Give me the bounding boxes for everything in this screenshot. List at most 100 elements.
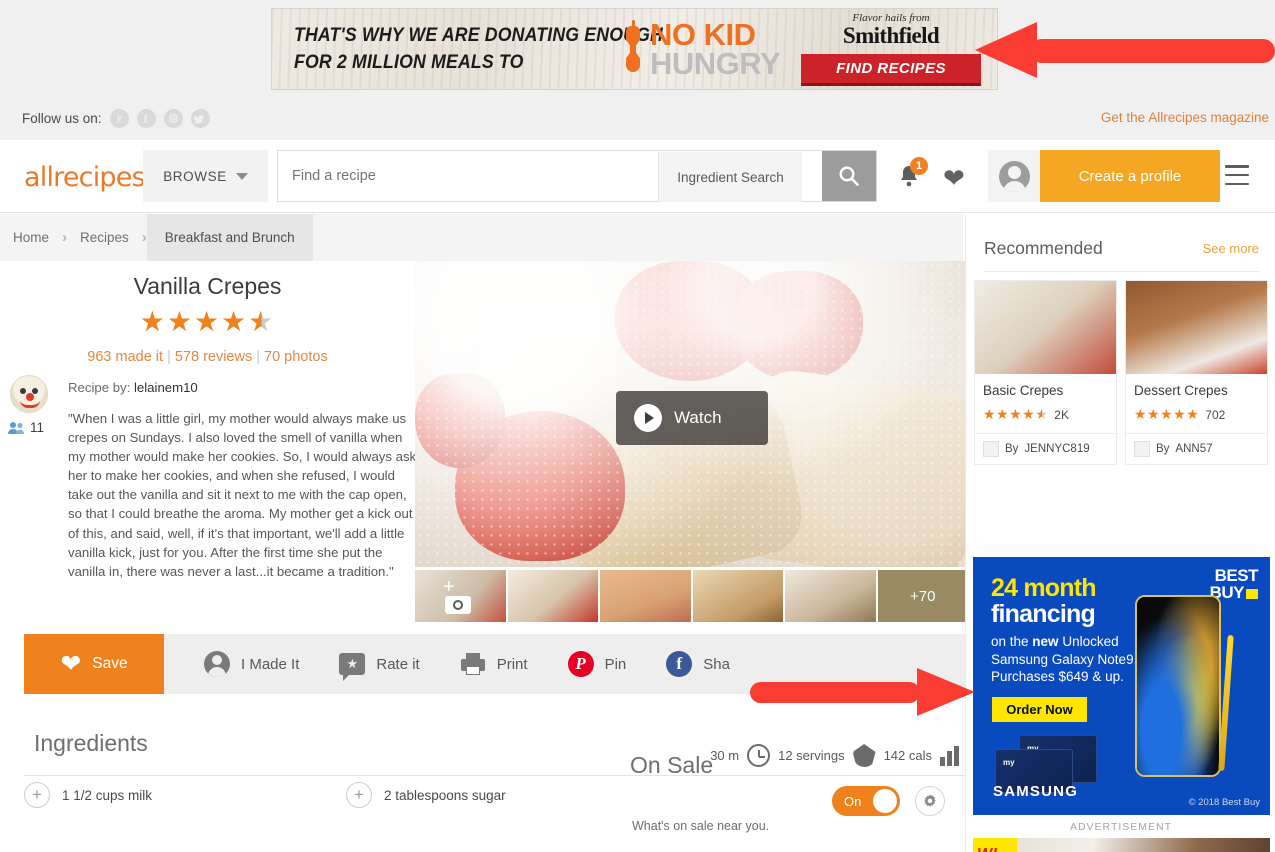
search-input[interactable]	[292, 151, 682, 201]
ingredient-row[interactable]: + 1 1/2 cups milk	[24, 782, 152, 808]
annotation-arrow-top	[975, 22, 1275, 78]
card-my-label: my	[1003, 758, 1015, 767]
card-image[interactable]	[1126, 281, 1267, 374]
photo-thumbnail[interactable]	[507, 570, 598, 622]
on-sale-settings-button[interactable]	[915, 786, 945, 816]
card-title: Basic Crepes	[983, 383, 1064, 398]
logo-text: allrecipes	[24, 162, 146, 193]
allrecipes-logo[interactable]: allrecipes	[24, 162, 153, 193]
favorites-heart-icon[interactable]: ❤	[943, 165, 965, 191]
ad-body-bold: new	[1032, 634, 1059, 649]
on-sale-subtitle: What's on sale near you.	[632, 819, 770, 833]
rate-it-button[interactable]: ★ Rate it	[299, 653, 420, 681]
avatar-button[interactable]	[988, 150, 1040, 202]
browse-menu-button[interactable]: BROWSE	[143, 150, 268, 202]
breadcrumb: Home › Recipes › Breakfast and Brunch	[0, 214, 963, 261]
annotation-arrow-order-now	[750, 668, 975, 716]
secondary-ad-image	[1017, 838, 1270, 852]
card-author: By JENNYC819	[975, 433, 1116, 464]
follow-us-group: Follow us on: P f	[22, 109, 210, 128]
recommended-card[interactable]: Basic Crepes ★★★★★ 2K By JENNYC819	[974, 280, 1117, 465]
ad-copyright: © 2018 Best Buy	[1188, 797, 1260, 808]
nutrition-chart-icon[interactable]	[940, 745, 959, 766]
share-button[interactable]: f Sha	[626, 651, 730, 677]
photo-thumbnail[interactable]	[600, 570, 691, 622]
advertisement-label: ADVERTISEMENT	[1069, 821, 1173, 833]
photo-thumbnail-strip: + +70	[415, 570, 970, 622]
follow-us-label: Follow us on:	[22, 111, 102, 126]
recipe-rating-stars[interactable]: ★★★★★	[0, 308, 415, 336]
no-kid-hungry-logo: NO KID HUNGRY	[650, 19, 781, 80]
hamburger-menu-icon[interactable]	[1225, 165, 1249, 185]
see-more-link[interactable]: See more	[1203, 241, 1259, 256]
save-button[interactable]: ❤ Save	[24, 634, 164, 694]
ingredient-row[interactable]: + 2 tablespoons sugar	[346, 782, 506, 808]
watch-video-button[interactable]: Watch	[616, 391, 768, 445]
recipe-meta: 30 m 12 servings 142 cals	[710, 744, 959, 767]
made-it-count[interactable]: 963 made it	[87, 349, 163, 365]
facebook-icon[interactable]: f	[136, 109, 156, 128]
servings-value: 12 servings	[778, 748, 845, 763]
best-buy-tag-icon	[1246, 589, 1258, 600]
more-photos-thumbnail[interactable]: +70	[877, 570, 968, 622]
printer-icon	[460, 653, 486, 675]
recipe-by-label: Recipe by:	[68, 380, 131, 395]
secondary-ad[interactable]: W!	[973, 838, 1270, 852]
add-ingredient-icon[interactable]: +	[24, 782, 50, 808]
breadcrumb-item-recipes[interactable]: Recipes	[67, 230, 142, 245]
card-author-name[interactable]: ANN57	[1175, 443, 1212, 455]
i-made-it-button[interactable]: I Made It	[164, 651, 299, 677]
heart-icon: ❤	[60, 649, 82, 678]
i-made-it-label: I Made It	[241, 655, 300, 673]
reviews-count[interactable]: 578 reviews	[175, 349, 252, 365]
instagram-icon[interactable]	[163, 109, 183, 128]
add-ingredient-icon[interactable]: +	[346, 782, 372, 808]
ad-body: on the new Unlocked Samsung Galaxy Note9…	[991, 633, 1151, 686]
star-half: ★	[248, 306, 276, 337]
breadcrumb-item-home[interactable]: Home	[0, 230, 62, 245]
smithfield-banner-ad[interactable]: THAT'S WHY WE ARE DONATING ENOUGH FOR 2 …	[271, 8, 998, 90]
order-now-button[interactable]: Order Now	[992, 697, 1087, 722]
notifications-button[interactable]: 1	[896, 157, 928, 193]
print-label: Print	[496, 655, 528, 673]
person-icon	[204, 651, 230, 677]
twitter-icon[interactable]	[190, 109, 210, 128]
card-rating: ★★★★★ 702	[1126, 402, 1267, 433]
card-author-avatar	[983, 441, 999, 457]
ingredients-header: Ingredients 30 m 12 servings 142 cals	[24, 722, 969, 776]
card-stars: ★★★★★	[983, 406, 1049, 422]
author-avatar[interactable]	[10, 375, 48, 413]
author-name[interactable]: lelainem10	[134, 380, 198, 395]
ad-headline-1: 24 month	[991, 574, 1097, 602]
banner-ad-line1: THAT'S WHY WE ARE DONATING ENOUGH	[294, 25, 663, 46]
search-container: Ingredient Search	[277, 150, 877, 202]
recommended-title: Recommended	[984, 238, 1103, 258]
card-by-label: By	[1005, 443, 1019, 455]
ingredient-search-button[interactable]: Ingredient Search	[658, 152, 802, 202]
browse-label: BROWSE	[163, 168, 227, 184]
best-buy-ad[interactable]: BEST BUY 24 month financing on the new U…	[973, 557, 1270, 815]
magazine-link[interactable]: Get the Allrecipes magazine	[1101, 110, 1269, 125]
photos-count[interactable]: 70 photos	[264, 349, 328, 365]
card-author-name[interactable]: JENNYC819	[1024, 443, 1089, 455]
card-rating-count: 702	[1205, 407, 1226, 422]
pin-button[interactable]: P Pin	[528, 651, 626, 677]
search-submit-button[interactable]	[822, 151, 876, 201]
save-label: Save	[92, 655, 128, 672]
card-author-avatar	[1134, 441, 1150, 457]
recipe-stats: 963 made it | 578 reviews | 70 photos	[0, 349, 415, 365]
print-button[interactable]: Print	[420, 653, 528, 675]
ingredients-title: Ingredients	[34, 730, 148, 756]
photo-thumbnail[interactable]	[692, 570, 783, 622]
photo-thumbnail[interactable]	[785, 570, 876, 622]
create-profile-button[interactable]: Create a profile	[1040, 150, 1220, 202]
add-photo-thumbnail[interactable]: +	[415, 570, 506, 622]
card-image[interactable]	[975, 281, 1116, 374]
toggle-knob	[873, 789, 897, 813]
breadcrumb-item-breakfast-and-brunch[interactable]: Breakfast and Brunch	[146, 214, 313, 261]
find-recipes-button[interactable]: FIND RECIPES	[801, 53, 981, 86]
allrecipes-recipe-page: THAT'S WHY WE ARE DONATING ENOUGH FOR 2 …	[0, 0, 1275, 852]
on-sale-toggle[interactable]: On	[832, 786, 900, 816]
pinterest-icon[interactable]: P	[109, 109, 129, 128]
recommended-card[interactable]: Dessert Crepes ★★★★★ 702 By ANN57	[1125, 280, 1268, 465]
